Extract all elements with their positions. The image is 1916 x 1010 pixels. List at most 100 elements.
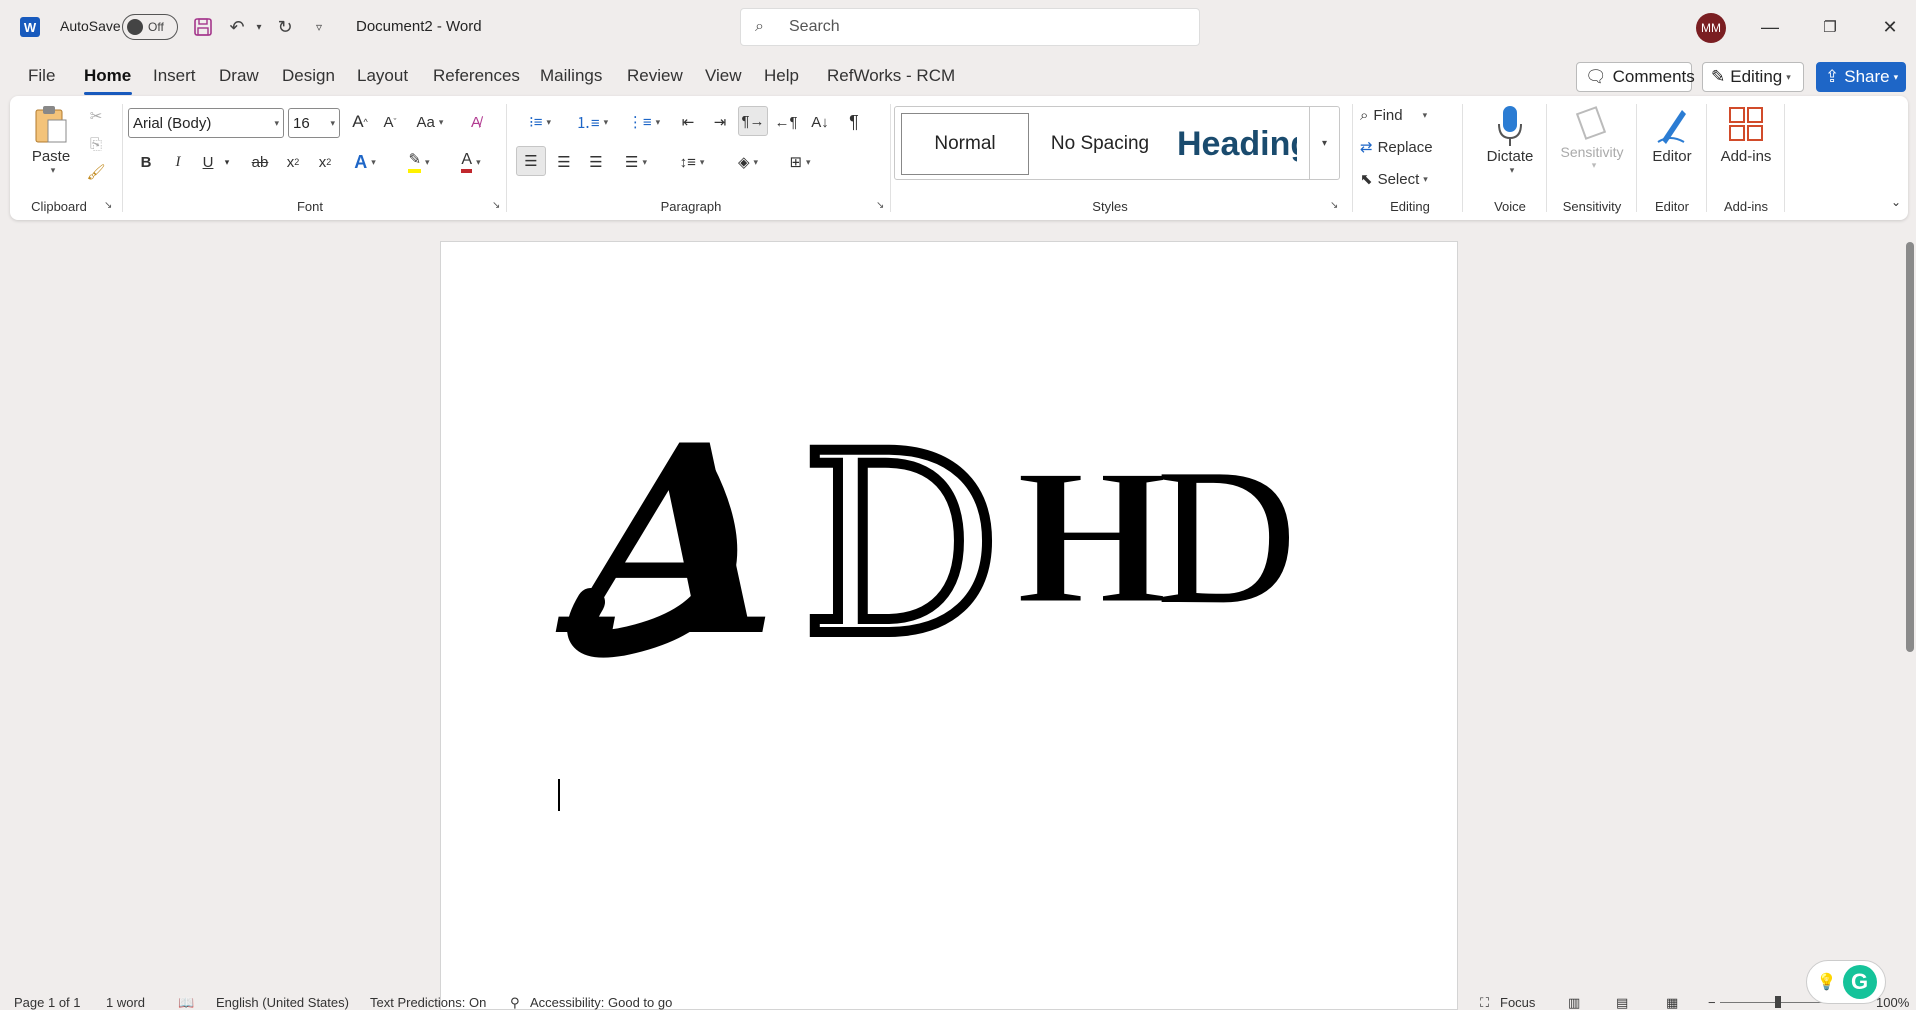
collapse-ribbon-icon[interactable]: ⌄	[1886, 192, 1906, 212]
font-launcher-icon[interactable]: ↘	[492, 200, 500, 211]
multilevel-list-button[interactable]: ⋮≡ ▾	[622, 108, 666, 136]
select-button[interactable]: ⬉ Select ▾	[1360, 166, 1428, 192]
text-predictions[interactable]: Text Predictions: On	[370, 995, 486, 1010]
tab-insert[interactable]: Insert	[153, 66, 196, 86]
document-page[interactable]: A D H D	[440, 241, 1458, 1010]
print-layout-icon[interactable]: ▤	[1616, 995, 1628, 1010]
clipboard-launcher-icon[interactable]: ↘	[104, 200, 112, 211]
close-icon[interactable]: ✕	[1875, 12, 1905, 42]
font-size-combo[interactable]: 16 ▾	[288, 108, 340, 138]
vertical-scrollbar[interactable]	[1906, 242, 1914, 652]
copy-icon[interactable]: ⎘	[84, 132, 108, 156]
tab-file[interactable]: File	[28, 66, 55, 86]
style-heading-1[interactable]: Heading 1	[1171, 113, 1297, 175]
cut-icon[interactable]: ✂	[84, 104, 108, 128]
styles-launcher-icon[interactable]: ↘	[1330, 200, 1338, 211]
lightbulb-icon[interactable]: 💡	[1815, 971, 1838, 993]
zoom-level[interactable]: 100%	[1876, 995, 1909, 1010]
accessibility-status[interactable]: Accessibility: Good to go	[530, 995, 672, 1010]
tab-draw[interactable]: Draw	[219, 66, 259, 86]
tab-help[interactable]: Help	[764, 66, 799, 86]
change-case-button[interactable]: Aa ▾	[408, 108, 452, 136]
focus-mode[interactable]: Focus	[1500, 995, 1535, 1010]
clear-formatting-icon[interactable]: A̸	[462, 108, 490, 136]
redo-icon[interactable]: ↻	[272, 14, 298, 40]
addins-button[interactable]: Add-ins	[1712, 104, 1780, 165]
word-count[interactable]: 1 word	[106, 995, 145, 1010]
highlight-color-button[interactable]: ✎ ▾	[398, 148, 440, 176]
format-painter-icon[interactable]: 🖌	[84, 160, 108, 184]
font-color-button[interactable]: A ▾	[450, 148, 492, 176]
italic-icon[interactable]: I	[166, 148, 190, 176]
avatar[interactable]: MM	[1696, 13, 1726, 43]
sensitivity-button[interactable]: Sensitivity ▾	[1552, 104, 1632, 171]
show-formatting-marks-icon[interactable]: ¶	[840, 108, 868, 136]
proofing-icon[interactable]: 📖	[178, 995, 194, 1010]
dictate-button[interactable]: Dictate ▾	[1470, 104, 1550, 176]
align-left-icon[interactable]: ☰	[516, 146, 546, 176]
shading-button[interactable]: ◈ ▾	[726, 148, 770, 176]
paragraph-launcher-icon[interactable]: ↘	[876, 200, 884, 211]
subscript-icon[interactable]: x2	[280, 148, 306, 176]
tab-refworks[interactable]: RefWorks - RCM	[827, 66, 955, 86]
line-spacing-button[interactable]: ↕≡ ▾	[670, 148, 714, 176]
page-count[interactable]: Page 1 of 1	[14, 995, 81, 1010]
autosave-toggle[interactable]: Off	[122, 14, 178, 40]
grow-font-icon[interactable]: A ^	[346, 108, 374, 136]
share-button[interactable]: ⇪ Share ▾	[1816, 62, 1906, 92]
zoom-out-icon[interactable]: −	[1708, 995, 1716, 1010]
replace-button[interactable]: ⇄ Replace	[1360, 134, 1433, 160]
justify-button[interactable]: ☰ ▾	[614, 148, 658, 176]
tab-mailings[interactable]: Mailings	[540, 66, 602, 86]
bullets-button[interactable]: ⁝≡ ▾	[518, 108, 562, 136]
comments-button[interactable]: 🗨 Comments	[1576, 62, 1695, 92]
tab-review[interactable]: Review	[627, 66, 683, 86]
text-cursor	[558, 779, 560, 811]
grammarly-icon[interactable]: G	[1842, 965, 1877, 999]
undo-dropdown-icon[interactable]: ▾	[246, 14, 272, 40]
align-right-icon[interactable]: ☰	[582, 148, 610, 176]
tab-view[interactable]: View	[705, 66, 742, 86]
tab-layout[interactable]: Layout	[357, 66, 408, 86]
style-no-spacing[interactable]: No Spacing	[1035, 113, 1165, 175]
grammarly-widget[interactable]: 💡 G	[1806, 960, 1886, 1004]
bold-icon[interactable]: B	[134, 148, 158, 176]
decrease-indent-icon[interactable]: ⇤	[674, 108, 702, 136]
restore-icon[interactable]: ❐	[1815, 12, 1845, 42]
superscript-icon[interactable]: x2	[312, 148, 338, 176]
save-icon[interactable]	[190, 14, 216, 40]
tab-design[interactable]: Design	[282, 66, 335, 86]
web-layout-icon[interactable]: ▦	[1666, 995, 1678, 1010]
language[interactable]: English (United States)	[216, 995, 349, 1010]
editor-group-label: Editor	[1655, 199, 1689, 214]
borders-button[interactable]: ⊞ ▾	[778, 148, 822, 176]
strikethrough-icon[interactable]: ab	[246, 148, 274, 176]
style-normal[interactable]: Normal	[901, 113, 1029, 175]
rtl-direction-icon[interactable]: ←¶	[772, 108, 800, 136]
numbering-button[interactable]: ⒈≡ ▾	[570, 108, 614, 136]
sort-icon[interactable]: A↓	[806, 108, 834, 136]
minimize-icon[interactable]: —	[1755, 12, 1785, 42]
search-box[interactable]: ⌕ Search	[740, 8, 1200, 46]
zoom-slider-handle[interactable]	[1775, 996, 1781, 1008]
ltr-direction-icon[interactable]: ¶→	[738, 106, 768, 136]
font-name-combo[interactable]: Arial (Body) ▾	[128, 108, 284, 138]
tab-references[interactable]: References	[433, 66, 520, 86]
align-center-icon[interactable]: ☰	[550, 148, 578, 176]
find-button[interactable]: ⌕ Find ▾	[1360, 102, 1427, 128]
increase-indent-icon[interactable]: ⇥	[706, 108, 734, 136]
underline-dropdown-icon[interactable]: ▾	[220, 148, 234, 176]
styles-more-icon[interactable]: ▾	[1309, 107, 1339, 179]
chevron-down-icon: ▾	[1893, 71, 1899, 82]
tab-home[interactable]: Home	[84, 66, 131, 86]
text-effects-icon[interactable]: A ▾	[346, 148, 384, 176]
customize-toolbar-icon[interactable]: ▿	[306, 14, 332, 40]
editing-mode-button[interactable]: ✎ Editing ▾	[1702, 62, 1804, 92]
editor-button[interactable]: Editor	[1642, 104, 1702, 165]
paste-button[interactable]: Paste ▾	[26, 104, 76, 176]
shrink-font-icon[interactable]: Aˇ	[376, 108, 404, 136]
chevron-down-icon: ▾	[330, 117, 335, 128]
read-mode-icon[interactable]: ▥	[1568, 995, 1580, 1010]
underline-icon[interactable]: U	[196, 148, 220, 176]
addins-label: Add-ins	[1720, 148, 1772, 165]
